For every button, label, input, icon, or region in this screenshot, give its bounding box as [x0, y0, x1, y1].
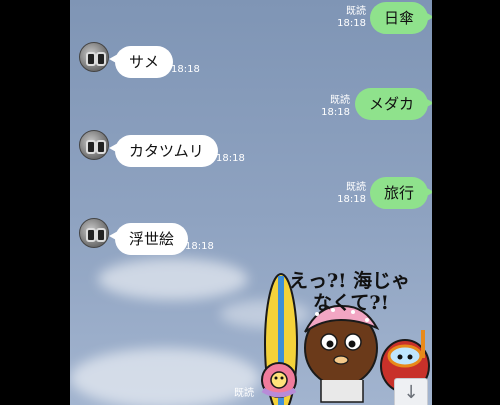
scroll-to-bottom-button[interactable]: ↓ — [394, 378, 428, 405]
brown-character-icon — [304, 304, 380, 403]
message-time: 18:18 — [321, 107, 350, 118]
read-receipt: 既読 — [346, 6, 366, 17]
message-time: 18:18 — [185, 241, 214, 252]
read-receipt: 既読 — [346, 182, 366, 193]
message-time: 18:18 — [337, 18, 366, 29]
incoming-message-bubble[interactable]: カタツムリ — [109, 135, 218, 167]
sticker-caption-line-1: えっ?! 海じゃ — [289, 270, 411, 292]
outgoing-message-bubble[interactable]: 旅行 — [370, 177, 432, 209]
message-meta: 既読 18:18 — [320, 6, 366, 30]
message-time: 18:18 — [171, 64, 200, 75]
read-receipt: 既読 — [330, 95, 350, 106]
message-time: 18:18 — [337, 194, 366, 205]
arrow-down-icon: ↓ — [403, 382, 419, 403]
message-meta: 既読 18:18 — [320, 182, 366, 206]
background-cloud — [98, 258, 248, 300]
outgoing-message-bubble[interactable]: 日傘 — [370, 2, 432, 34]
avatar[interactable] — [79, 42, 109, 72]
avatar[interactable] — [79, 130, 109, 160]
avatar[interactable] — [79, 218, 109, 248]
sticker-caption-line-2: なくて?! — [313, 292, 389, 314]
read-receipt: 既読 — [234, 388, 254, 399]
incoming-message-bubble[interactable]: サメ — [108, 46, 174, 78]
chat-area[interactable]: 既読 18:18 日傘 サメ 18:18 既読 18:18 メダカ カタツムリ … — [70, 0, 432, 405]
incoming-message-bubble[interactable]: 浮世絵 — [108, 223, 189, 255]
message-time: 18:18 — [216, 153, 245, 164]
float-ring-character-icon — [261, 362, 297, 398]
outgoing-message-bubble[interactable]: メダカ — [355, 88, 432, 120]
message-meta: 既読 18:18 — [304, 95, 350, 119]
